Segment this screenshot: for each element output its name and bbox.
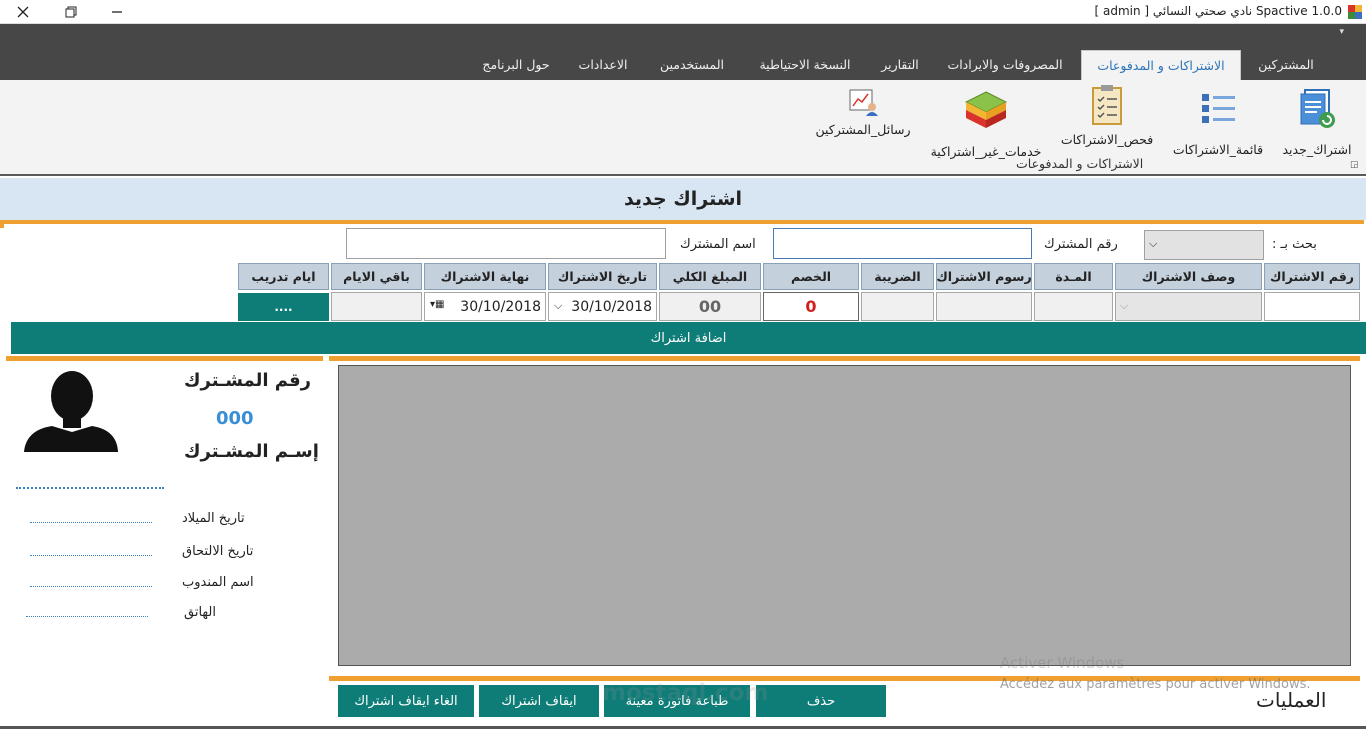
join-date-label: تاريخ الالتحاق	[182, 544, 254, 559]
duration-field[interactable]	[1034, 292, 1113, 321]
app-icon	[1348, 5, 1362, 19]
suspend-subscription-button[interactable]: ايقاف اشتراك	[479, 685, 599, 717]
ribbon-group-label: الاشتراكات و المدفوعات	[1016, 156, 1144, 171]
chart-user-icon	[849, 89, 878, 116]
group-launcher-icon[interactable]: ◲	[1350, 160, 1359, 170]
ribbon-tab-strip: ▾ المشتركين الاشتراكات و المدفوعات المصر…	[0, 24, 1366, 80]
activate-windows-text: Accédez aux paramètres pour activer Wind…	[1000, 677, 1311, 692]
col-subscription-number: رقم الاشتراك	[1264, 263, 1360, 290]
page-title: اشتراك جديد	[623, 188, 743, 210]
ribbon-panel: اشتراك_جديد قائمة_الاشتراكات فحص_الاشترا…	[0, 80, 1366, 176]
col-remaining-days: باقي الايام	[331, 263, 422, 290]
calendar-dropdown-icon: ▾▦	[430, 299, 445, 310]
quick-access-dropdown-icon[interactable]: ▾	[1339, 27, 1344, 37]
member-name-heading: إسـم المشـترك	[184, 441, 319, 462]
tab-expenses-revenues[interactable]: المصروفات والايرادات	[940, 50, 1070, 80]
clipboard-check-icon	[1092, 85, 1122, 125]
orange-divider	[0, 220, 1364, 224]
birth-date-value	[30, 522, 152, 523]
end-date-picker[interactable]: ▾▦ 30/10/2018	[424, 292, 546, 321]
chevron-down-icon: ⌵	[1120, 299, 1129, 312]
tab-reports[interactable]: التقارير	[872, 50, 928, 80]
member-messages-label: رسائل_المشتركين	[815, 122, 911, 137]
phone-label: الهاتق	[184, 605, 216, 620]
col-subscription-description: وصف الاشتراك	[1115, 263, 1262, 290]
minimize-window-button[interactable]	[94, 0, 140, 24]
tab-users[interactable]: المستخدمين	[648, 50, 736, 80]
new-subscription-label: اشتراك_جديد	[1282, 142, 1352, 157]
member-number-input[interactable]	[773, 228, 1032, 259]
subscriptions-list-label: قائمة_الاشتراكات	[1172, 142, 1264, 157]
col-discount: الخصم	[763, 263, 859, 290]
watermark-site: mostaql.com	[602, 680, 769, 706]
member-name-line	[16, 487, 164, 489]
maximize-window-button[interactable]	[48, 0, 94, 24]
member-number-label: رقم المشترك	[1044, 237, 1118, 252]
close-window-button[interactable]	[0, 0, 46, 24]
activate-windows-title: Activer Windows	[1000, 654, 1125, 672]
check-subscriptions-button[interactable]: فحص_الاشتراكات	[1056, 84, 1158, 147]
tax-field[interactable]	[861, 292, 934, 321]
search-by-dropdown[interactable]: ⌵	[1144, 230, 1264, 260]
tab-members[interactable]: المشتركين	[1244, 50, 1328, 80]
col-training-days: ايام تدريب	[238, 263, 329, 290]
subscription-number-field[interactable]	[1264, 292, 1360, 321]
member-name-label: اسم المشترك	[680, 237, 756, 252]
non-subscription-services-button[interactable]: خدمات_غير_اشتراكية	[924, 90, 1048, 159]
subscriptions-data-grid[interactable]	[338, 365, 1351, 666]
col-start-date: تاريخ الاشتراك	[548, 263, 657, 290]
col-subscription-fee: رسوم الاشتراك	[936, 263, 1032, 290]
tab-settings[interactable]: الاعدادات	[568, 50, 638, 80]
end-date-value: 30/10/2018	[460, 298, 541, 315]
document-refresh-icon	[1300, 89, 1335, 128]
col-tax: الضريبة	[861, 263, 934, 290]
tab-backup[interactable]: النسخة الاحتياطية	[748, 50, 862, 80]
tab-about[interactable]: حول البرنامج	[472, 50, 560, 80]
subscription-fee-field[interactable]	[936, 292, 1032, 321]
discount-input[interactable]: 0	[763, 292, 859, 321]
list-icon	[1202, 94, 1235, 123]
delete-button[interactable]: حذف	[756, 685, 886, 717]
title-bar: Spactive 1.0.0 نادي صحتي النسائي [ admin…	[0, 0, 1366, 24]
new-subscription-button[interactable]: اشتراك_جديد	[1276, 86, 1358, 157]
birth-date-label: تاريخ الميلاد	[182, 511, 245, 526]
start-date-value: 30/10/2018	[571, 298, 652, 315]
member-number-heading: رقم المشـترك	[184, 370, 312, 391]
col-duration: المـدة	[1034, 263, 1113, 290]
subscription-description-dropdown[interactable]: ⌵	[1115, 292, 1262, 321]
total-amount-field: 00	[659, 292, 761, 321]
phone-value	[26, 616, 148, 617]
member-number-value: 000	[216, 408, 254, 429]
close-icon	[17, 6, 29, 18]
remaining-days-field	[331, 292, 422, 321]
cancel-suspension-button[interactable]: الغاء ايقاف اشتراك	[338, 685, 474, 717]
orange-divider-corner	[0, 224, 4, 228]
chevron-down-icon: ⌵	[554, 299, 563, 312]
restore-icon	[65, 6, 77, 18]
col-end-date: نهاية الاشتراك	[424, 263, 546, 290]
col-total-amount: المبلغ الكلي	[659, 263, 761, 290]
agent-name-value	[30, 586, 152, 587]
join-date-value	[30, 555, 152, 556]
minimize-icon	[112, 11, 122, 13]
add-subscription-button[interactable]: اضافة اشتراك	[11, 322, 1366, 354]
agent-name-label: اسم المندوب	[182, 575, 254, 590]
avatar-placeholder-icon	[24, 371, 118, 452]
check-subscriptions-label: فحص_الاشتراكات	[1060, 132, 1154, 147]
member-name-input[interactable]	[346, 228, 666, 259]
layers-icon	[964, 91, 1008, 128]
chevron-down-icon: ⌵	[1149, 237, 1158, 250]
window-title: Spactive 1.0.0 نادي صحتي النسائي [ admin…	[1094, 4, 1342, 18]
start-date-picker[interactable]: ⌵ 30/10/2018	[548, 292, 657, 321]
member-messages-button[interactable]: رسائل_المشتركين	[812, 88, 914, 137]
subscriptions-list-button[interactable]: قائمة_الاشتراكات	[1166, 86, 1270, 157]
training-days-button[interactable]: ....	[238, 293, 329, 321]
search-by-label: بحث بـ :	[1272, 237, 1317, 252]
tab-subscriptions-payments[interactable]: الاشتراكات و المدفوعات	[1081, 50, 1241, 80]
